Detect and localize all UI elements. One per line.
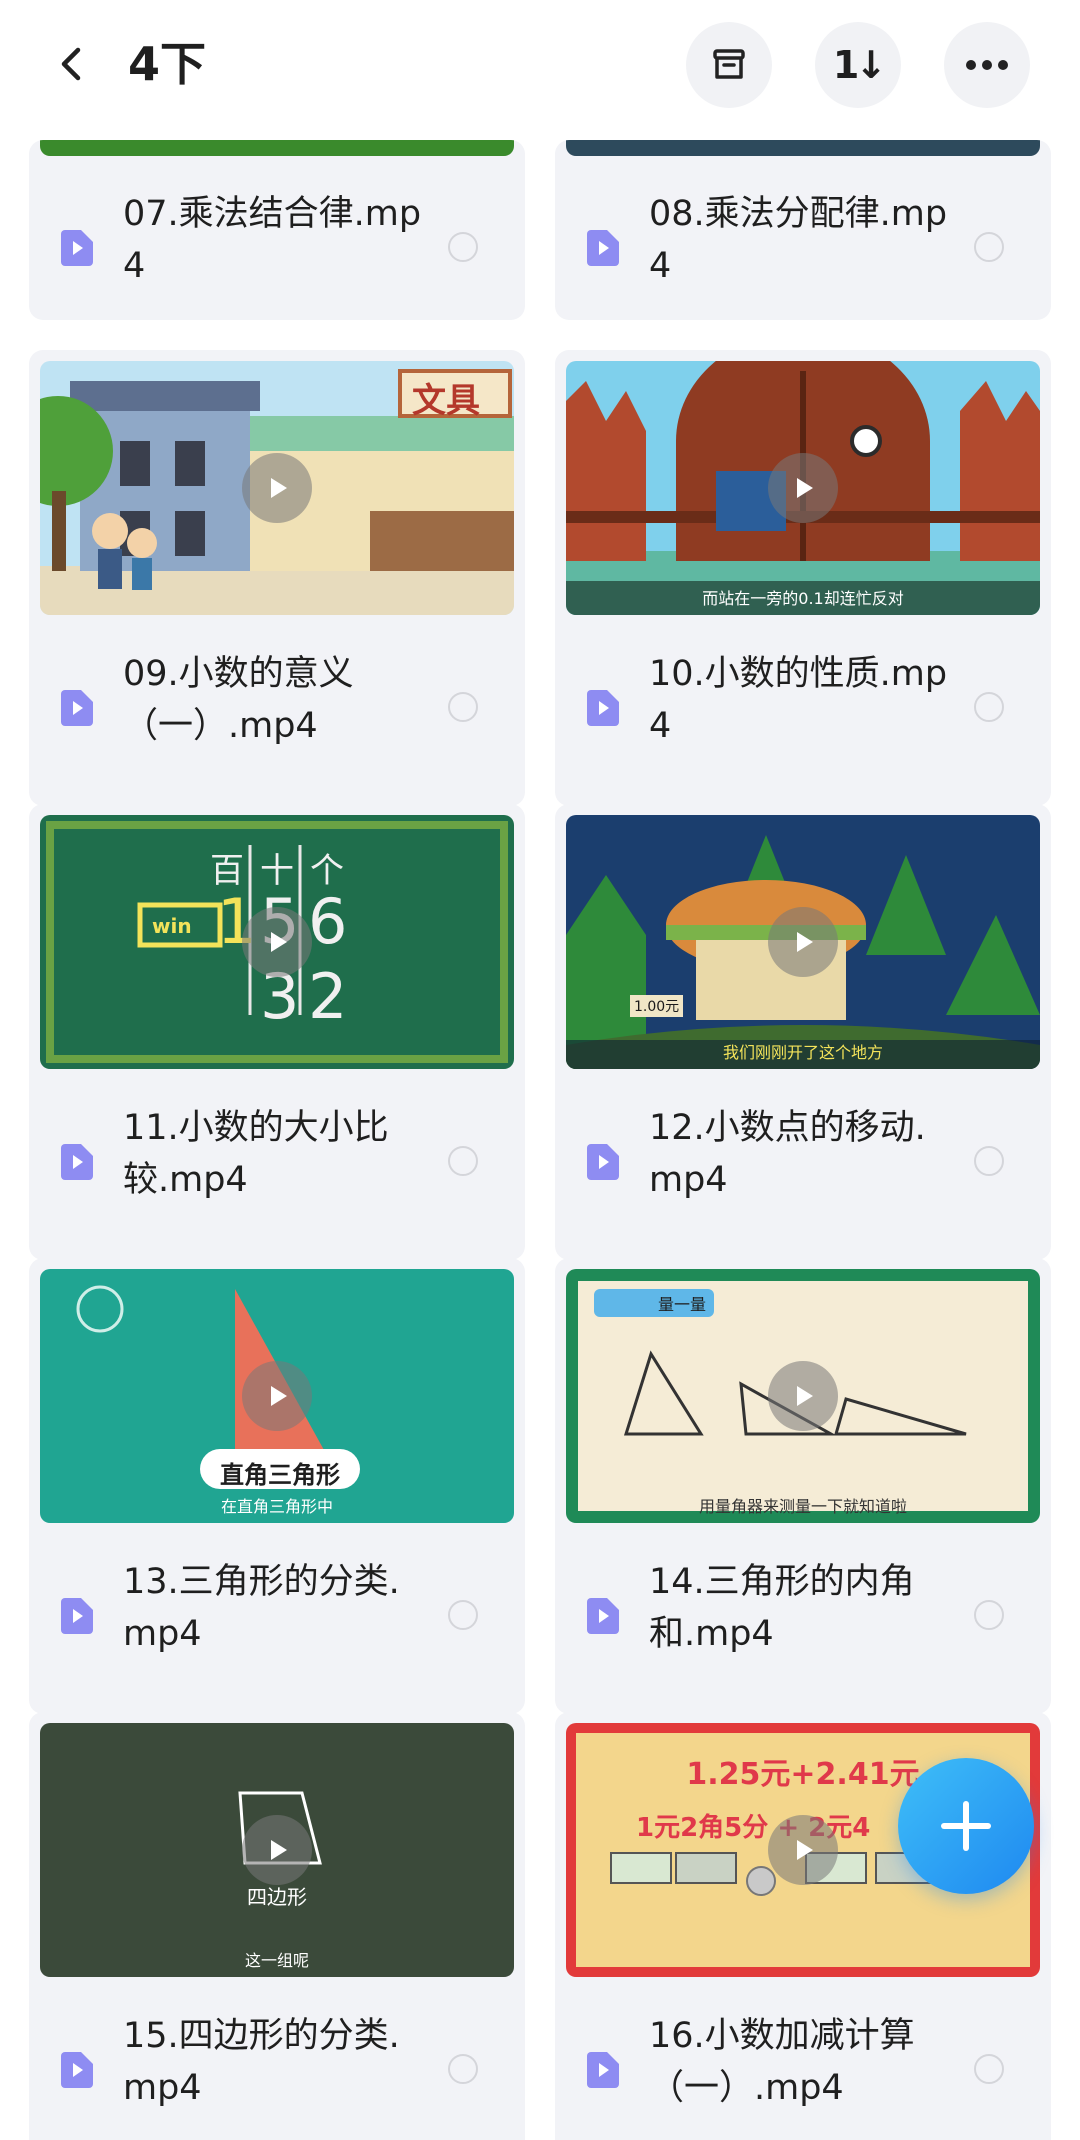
- select-checkbox[interactable]: [974, 232, 1004, 262]
- video-file-icon: [587, 1144, 619, 1180]
- file-name: 07.乘法结合律.mp4: [123, 194, 422, 286]
- file-card[interactable]: 百 十 个 1 5 6 3 2 win 11.小数的大小比较.mp4: [29, 804, 525, 1260]
- select-checkbox[interactable]: [448, 1600, 478, 1630]
- video-thumbnail[interactable]: 1.00元 我们刚刚开了这个地方: [566, 815, 1040, 1069]
- play-button[interactable]: [242, 907, 312, 977]
- file-name: 14.三角形的内角和.mp4: [649, 1562, 915, 1654]
- video-file-icon: [61, 1598, 93, 1634]
- video-thumbnail[interactable]: 而站在一旁的0.1却连忙反对: [566, 361, 1040, 615]
- video-file-icon: [587, 230, 619, 266]
- video-file-icon: [61, 1144, 93, 1180]
- play-icon: [271, 1840, 287, 1860]
- file-card[interactable]: 量一量 用量角器来测量一下就知道啦 14.三角形的内角和.mp4: [555, 1258, 1051, 1714]
- select-checkbox[interactable]: [448, 232, 478, 262]
- play-button[interactable]: [242, 1361, 312, 1431]
- file-card[interactable]: 文具 09.小数的意义（一）.mp4: [29, 350, 525, 806]
- thumbnail-caption: 用量角器来测量一下就知道啦: [698, 1497, 907, 1516]
- play-button[interactable]: [768, 453, 838, 523]
- thumbnail-label: 四边形: [247, 1885, 307, 1909]
- digit: 2: [308, 960, 348, 1033]
- file-name: 10.小数的性质.mp4: [649, 654, 948, 746]
- video-thumbnail: [40, 140, 514, 156]
- video-file-icon: [587, 2052, 619, 2088]
- play-button[interactable]: [768, 907, 838, 977]
- more-dots-icon: [966, 60, 1008, 70]
- thumbnail-caption: 而站在一旁的0.1却连忙反对: [702, 589, 904, 608]
- file-name: 08.乘法分配律.mp4: [649, 194, 948, 286]
- video-file-icon: [587, 1598, 619, 1634]
- archive-button[interactable]: [686, 22, 772, 108]
- page-title: 4下: [128, 37, 207, 91]
- select-checkbox[interactable]: [974, 2054, 1004, 2084]
- select-checkbox[interactable]: [974, 1146, 1004, 1176]
- file-name: 09.小数的意义（一）.mp4: [123, 654, 354, 746]
- file-card[interactable]: 08.乘法分配律.mp4: [555, 140, 1051, 320]
- video-file-icon: [61, 2052, 93, 2088]
- thumbnail-caption: 这一组呢: [244, 1951, 309, 1970]
- play-icon: [271, 1386, 287, 1406]
- video-thumbnail[interactable]: 文具: [40, 361, 514, 615]
- file-card[interactable]: 1.00元 我们刚刚开了这个地方 12.小数点的移动.mp4: [555, 804, 1051, 1260]
- play-button[interactable]: [768, 1815, 838, 1885]
- archive-box-icon: [713, 49, 745, 79]
- play-icon: [797, 932, 813, 952]
- select-checkbox[interactable]: [448, 1146, 478, 1176]
- video-thumbnail[interactable]: 直角三角形 在直角三角形中: [40, 1269, 514, 1523]
- win-badge: win: [152, 914, 192, 938]
- select-checkbox[interactable]: [448, 2054, 478, 2084]
- play-icon: [797, 1386, 813, 1406]
- file-card[interactable]: 07.乘法结合律.mp4: [29, 140, 525, 320]
- file-card[interactable]: 而站在一旁的0.1却连忙反对 10.小数的性质.mp4: [555, 350, 1051, 806]
- thumbnail-caption: 我们刚刚开了这个地方: [722, 1043, 883, 1062]
- price-tag: 1.00元: [630, 995, 684, 1017]
- file-name: 16.小数加减计算（一）.mp4: [649, 2016, 915, 2108]
- video-thumbnail[interactable]: 量一量 用量角器来测量一下就知道啦: [566, 1269, 1040, 1523]
- play-icon: [797, 478, 813, 498]
- play-button[interactable]: [768, 1361, 838, 1431]
- video-file-icon: [587, 690, 619, 726]
- file-card[interactable]: 四边形 这一组呢 15.四边形的分类.mp4: [29, 1712, 525, 2140]
- sort-button[interactable]: 1↓: [815, 22, 901, 108]
- video-thumbnail[interactable]: 百 十 个 1 5 6 3 2 win: [40, 815, 514, 1069]
- more-options-button[interactable]: [944, 22, 1030, 108]
- file-name: 11.小数的大小比较.mp4: [123, 1108, 389, 1200]
- top-bar: 4下 1↓: [0, 0, 1080, 140]
- select-checkbox[interactable]: [448, 692, 478, 722]
- video-thumbnail: [566, 140, 1040, 156]
- thumbnail-label: 量一量: [658, 1295, 707, 1314]
- file-card[interactable]: 直角三角形 在直角三角形中 13.三角形的分类.mp4: [29, 1258, 525, 1714]
- back-button[interactable]: [44, 36, 100, 92]
- chevron-left-icon: [61, 47, 81, 81]
- thumbnail-label: 文具: [412, 381, 480, 421]
- select-checkbox[interactable]: [974, 1600, 1004, 1630]
- video-file-icon: [61, 230, 93, 266]
- play-icon: [271, 478, 287, 498]
- file-name: 15.四边形的分类.mp4: [123, 2016, 400, 2108]
- video-thumbnail[interactable]: 四边形 这一组呢: [40, 1723, 514, 1977]
- thumbnail-caption: 在直角三角形中: [220, 1497, 333, 1516]
- plus-icon: [941, 1801, 991, 1851]
- play-button[interactable]: [242, 453, 312, 523]
- select-checkbox[interactable]: [974, 692, 1004, 722]
- add-button[interactable]: [898, 1758, 1034, 1894]
- file-name: 12.小数点的移动.mp4: [649, 1108, 926, 1200]
- play-icon: [797, 1840, 813, 1860]
- play-button[interactable]: [242, 1815, 312, 1885]
- play-icon: [271, 932, 287, 952]
- digit: 6: [308, 885, 348, 958]
- file-name: 13.三角形的分类.mp4: [123, 1562, 400, 1654]
- sort-icon: 1↓: [832, 43, 887, 87]
- thumbnail-label: 直角三角形: [220, 1461, 340, 1489]
- video-file-icon: [61, 690, 93, 726]
